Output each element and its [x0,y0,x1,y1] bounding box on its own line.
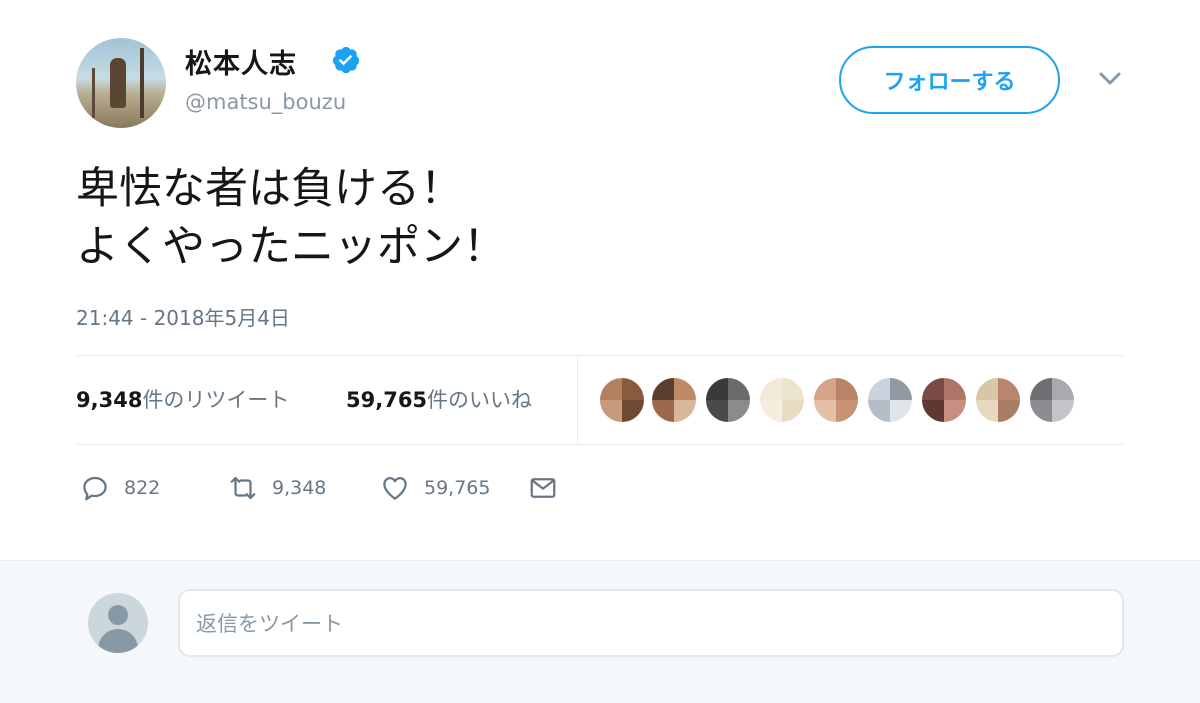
retweet-count: 9,348 [272,477,327,499]
direct-message-icon [530,478,556,498]
reply-input[interactable]: 返信をツイート [178,589,1124,657]
tweet-text-line: よくやったニッポン！ [76,222,506,272]
reply-composer: 返信をツイート [0,560,1200,703]
direct-message-action[interactable] [528,468,558,508]
tweet-card: 松本人志 @matsu_bouzu フォローする 卑怯な者は負ける！ よくやった… [0,0,1200,560]
chevron-down-icon[interactable] [1096,68,1124,88]
tweet-text-line: 卑怯な者は負ける！ [76,164,463,214]
author-display-name[interactable]: 松本人志 [185,42,297,81]
author-handle[interactable]: @matsu_bouzu [185,90,346,114]
author-avatar[interactable] [76,38,166,128]
follow-button[interactable]: フォローする [839,46,1060,114]
retweets-stat[interactable]: 9,348件のリツイート [76,384,289,414]
retweet-icon [230,476,256,500]
likes-stat[interactable]: 59,765件のいいね [346,384,532,414]
like-count: 59,765 [424,477,491,499]
reply-action[interactable]: 822 [80,468,160,508]
liker-avatar[interactable] [1030,378,1074,422]
liker-avatar[interactable] [600,378,644,422]
stats-divider [577,356,578,444]
retweets-stat-count: 9,348 [76,388,143,412]
tweet-timestamp[interactable]: 21:44 - 2018年5月4日 [76,302,290,331]
verified-badge-icon [332,46,360,74]
liker-avatar[interactable] [760,378,804,422]
likes-stat-count: 59,765 [346,388,428,412]
liker-avatar[interactable] [868,378,912,422]
liker-avatar[interactable] [652,378,696,422]
reply-count: 822 [124,477,161,499]
liker-avatar[interactable] [706,378,750,422]
retweets-stat-label: 件のリツイート [142,388,290,412]
tweet-text: 卑怯な者は負ける！ よくやったニッポン！ [76,160,506,276]
user-avatar [88,593,148,653]
liker-avatar[interactable] [814,378,858,422]
retweet-action[interactable]: 9,348 [228,468,326,508]
like-icon [383,477,407,500]
liker-avatar[interactable] [976,378,1020,422]
reply-icon [83,476,107,501]
liker-avatar[interactable] [922,378,966,422]
likes-stat-label: 件のいいね [427,388,533,412]
like-action[interactable]: 59,765 [380,468,490,508]
tweet-stats: 9,348件のリツイート 59,765件のいいね [76,355,1124,445]
